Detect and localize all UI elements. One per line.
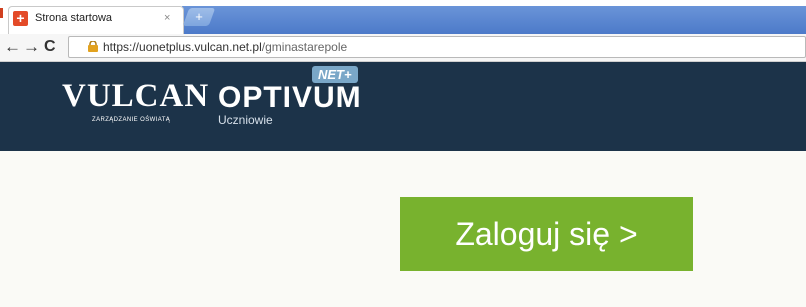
back-arrow-icon[interactable]: ← [4, 37, 21, 57]
main-content: Zaloguj się > [0, 151, 806, 307]
vulcan-wordmark: VULCAN [62, 78, 210, 114]
forward-arrow-icon[interactable]: → [23, 37, 40, 57]
reload-icon[interactable]: C [44, 37, 56, 57]
tab-fragment [0, 8, 3, 18]
url-host: https://uonetplus.vulcan.net.pl [103, 40, 262, 54]
vulcan-logo[interactable]: VULCAN ZARZĄDZANIE OŚWIATĄ [62, 78, 210, 138]
address-bar[interactable]: https://uonetplus.vulcan.net.pl/gminasta… [68, 36, 806, 58]
tab-title: Strona startowa [35, 12, 113, 24]
browser-toolbar: ← → C https://uonetplus.vulcan.net.pl/gm… [0, 34, 806, 62]
lock-icon [88, 41, 98, 52]
tab-close-icon[interactable]: × [164, 12, 170, 24]
plus-icon: + [195, 9, 203, 24]
tab-strip-background [182, 6, 806, 36]
vulcan-tagline: ZARZĄDZANIE OŚWIATĄ [92, 117, 171, 123]
favicon-icon: + [13, 11, 28, 26]
browser-tab-active[interactable]: + Strona startowa × [8, 6, 184, 34]
site-header: VULCAN ZARZĄDZANIE OŚWIATĄ NET+ OPTIVUM … [0, 62, 806, 151]
login-button[interactable]: Zaloguj się > [400, 197, 693, 271]
browser-tab-strip: + Strona startowa × + [0, 0, 806, 36]
optivum-wordmark: OPTIVUM [218, 81, 362, 114]
url-text: https://uonetplus.vulcan.net.pl/gminasta… [103, 40, 347, 54]
optivum-logo[interactable]: NET+ OPTIVUM Uczniowie [218, 66, 378, 136]
url-path: /gminastarepole [261, 40, 348, 54]
new-tab-button[interactable]: + [182, 8, 216, 26]
optivum-subtitle: Uczniowie [218, 113, 273, 127]
